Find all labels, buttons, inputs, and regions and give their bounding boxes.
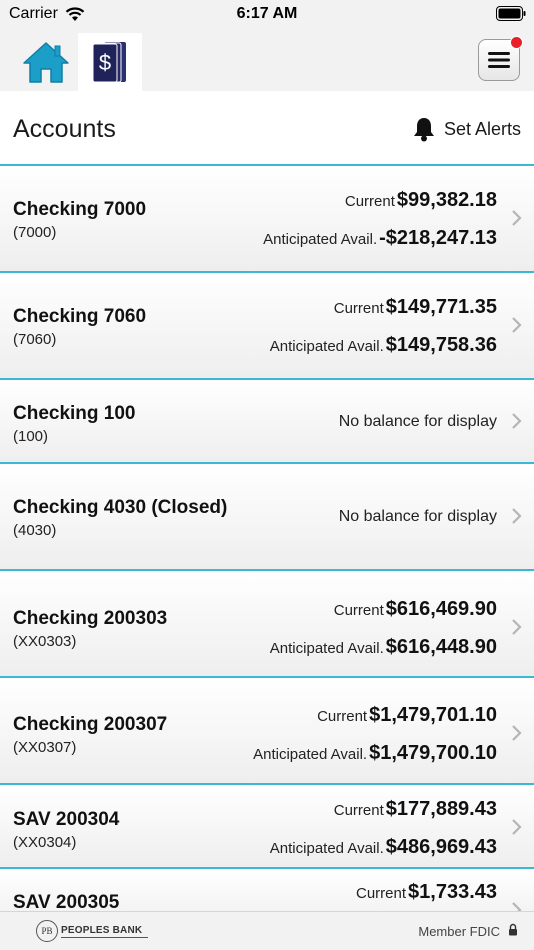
account-name: SAV 200304 [13, 809, 120, 830]
account-row[interactable]: Checking 7060 (7060) Current $149,771.35 … [0, 273, 534, 380]
status-bar: Carrier 6:17 AM [0, 0, 534, 30]
current-label: Current [333, 802, 384, 819]
account-row[interactable]: SAV 200304 (XX0304) Current $177,889.43 A… [0, 785, 534, 869]
anticipated-balance: Anticipated Avail. $486,969.43 [270, 836, 497, 859]
account-number: (XX0303) [13, 633, 77, 650]
anticipated-label: Anticipated Avail. [269, 338, 384, 355]
bank-logo: PB PEOPLES BANK [36, 918, 149, 944]
bell-icon [413, 118, 434, 142]
account-name: Checking 200307 [13, 714, 168, 735]
account-list[interactable]: Checking 7000 (7000) Current $99,382.18 A… [0, 166, 534, 911]
account-row[interactable]: Checking 200307 (XX0307) Current $1,479,7… [0, 678, 534, 785]
account-row[interactable]: Checking 200303 (XX0303) Current $616,469… [0, 571, 534, 678]
anticipated-balance: Anticipated Avail. -$218,247.13 [263, 227, 497, 250]
footer: PB PEOPLES BANK Member FDIC [0, 911, 534, 950]
account-row[interactable]: Checking 100 (100) No balance for displa… [0, 380, 534, 464]
account-number: (7060) [13, 331, 57, 348]
account-number: (4030) [13, 522, 57, 539]
account-name: SAV 200305 [13, 892, 120, 911]
account-name: Checking 7060 [13, 306, 147, 327]
svg-text:$: $ [99, 50, 111, 75]
current-amount: $616,469.90 [385, 598, 497, 620]
account-name: Checking 4030 (Closed) [13, 497, 228, 518]
no-balance-text: No balance for display [338, 508, 497, 525]
anticipated-label: Anticipated Avail. [269, 640, 384, 657]
current-label: Current [355, 885, 407, 902]
chevron-right-icon [512, 508, 522, 524]
current-balance: Current $1,479,701.10 [317, 704, 497, 727]
chevron-right-icon [512, 210, 522, 226]
fdic-label: Member FDIC [418, 924, 500, 939]
account-name: Checking 100 [13, 403, 136, 424]
anticipated-label: Anticipated Avail. [263, 231, 378, 248]
anticipated-amount: $486,969.43 [385, 836, 497, 858]
current-amount: $1,733.43 [408, 881, 497, 903]
anticipated-label: Anticipated Avail. [269, 840, 384, 857]
current-amount: $99,382.18 [396, 189, 497, 211]
current-label: Current [333, 602, 384, 619]
top-nav: $ [0, 30, 534, 91]
anticipated-amount: $616,448.90 [385, 636, 497, 658]
battery-icon [496, 6, 526, 21]
notification-dot [510, 36, 523, 49]
anticipated-balance: Anticipated Avail. $616,448.90 [270, 636, 497, 659]
set-alerts-button[interactable]: Set Alerts [412, 115, 521, 143]
current-balance: Current $99,382.18 [345, 189, 497, 212]
lock-icon [509, 923, 517, 936]
current-label: Current [344, 193, 395, 210]
anticipated-amount: -$218,247.13 [379, 227, 497, 249]
current-amount: $177,889.43 [385, 798, 497, 820]
chevron-right-icon [512, 317, 522, 333]
chevron-right-icon [512, 725, 522, 741]
anticipated-label: Anticipated Avail. [253, 746, 368, 763]
set-alerts-label: Set Alerts [443, 118, 521, 139]
account-row[interactable]: Checking 4030 (Closed) (4030) No balance… [0, 464, 534, 571]
anticipated-balance: Anticipated Avail. $149,758.36 [270, 334, 497, 357]
account-row[interactable]: Checking 7000 (7000) Current $99,382.18 A… [0, 166, 534, 273]
home-tab[interactable] [14, 33, 78, 91]
account-number: (XX0304) [13, 834, 77, 851]
page-title: Accounts [13, 115, 116, 143]
chevron-right-icon [512, 413, 522, 429]
hamburger-menu-icon [488, 52, 510, 68]
anticipated-amount: $1,479,700.10 [369, 742, 497, 764]
account-number: (100) [13, 428, 49, 445]
bank-name: PEOPLES BANK [61, 925, 149, 938]
account-number: (XX0307) [13, 739, 77, 756]
menu-button[interactable] [478, 36, 523, 81]
anticipated-balance: Anticipated Avail. $1,479,700.10 [253, 742, 497, 765]
chevron-right-icon [512, 819, 522, 835]
current-amount: $1,479,701.10 [369, 704, 497, 726]
dollar-cards-icon: $ [92, 42, 126, 83]
current-balance: Current $177,889.43 [334, 798, 497, 821]
page-header: Accounts Set Alerts [0, 91, 534, 166]
current-balance: Current $1,733.43 [356, 881, 497, 904]
home-icon [23, 42, 69, 83]
no-balance-text: No balance for display [338, 413, 497, 430]
bank-logo-mark: PB [36, 920, 58, 942]
accounts-tab[interactable]: $ [78, 33, 142, 91]
current-label: Current [317, 708, 368, 725]
current-amount: $149,771.35 [385, 296, 497, 318]
status-time: 6:17 AM [236, 5, 298, 22]
account-row[interactable]: SAV 200305 Current $1,733.43 [0, 869, 534, 911]
account-number: (7000) [13, 224, 57, 241]
current-balance: Current $149,771.35 [334, 296, 497, 319]
anticipated-amount: $149,758.36 [385, 334, 497, 356]
current-balance: Current $616,469.90 [334, 598, 497, 621]
account-name: Checking 200303 [13, 608, 168, 629]
current-label: Current [333, 300, 384, 317]
chevron-right-icon [512, 619, 522, 635]
account-name: Checking 7000 [13, 199, 147, 220]
chevron-right-icon [512, 902, 522, 911]
